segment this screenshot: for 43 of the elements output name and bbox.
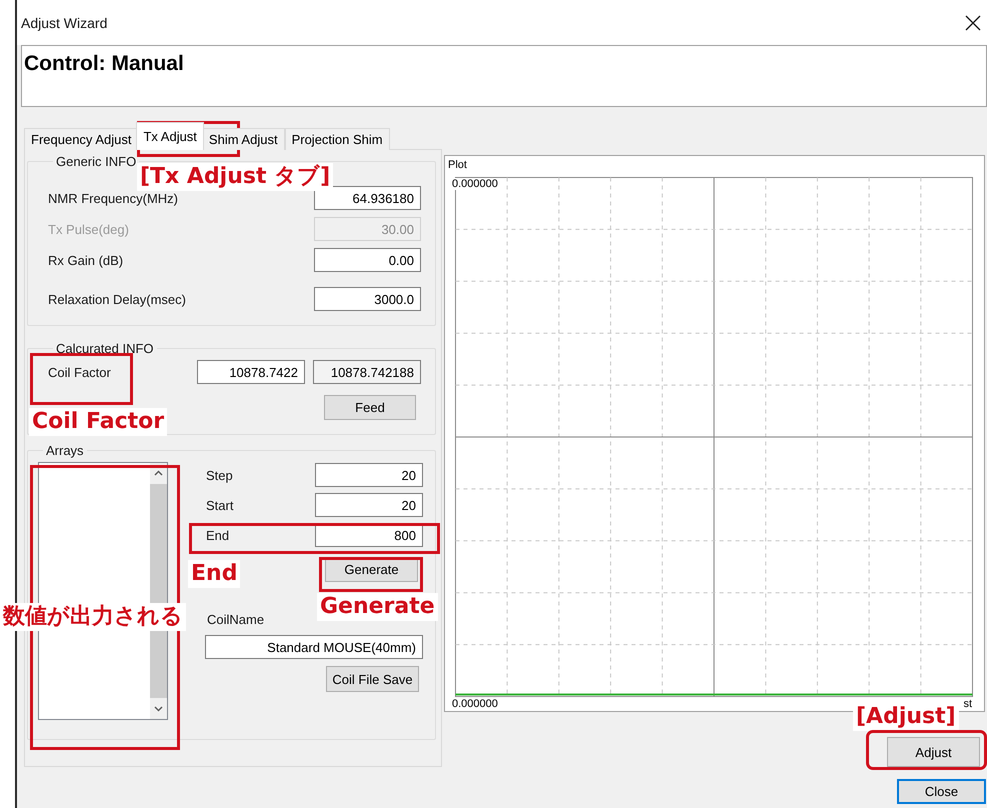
field-label: Start — [205, 498, 234, 512]
field-label: Coil Factor — [48, 364, 112, 380]
group-title: Calcurated INFO — [55, 341, 155, 356]
field-label: End — [205, 528, 230, 542]
callout-label: [Adjust] — [853, 703, 959, 731]
close-button[interactable]: Close — [897, 779, 986, 804]
input-field[interactable]: 3000.0 — [314, 287, 421, 311]
tab[interactable]: Tx Adjust — [136, 122, 204, 150]
callout-label: Generate — [317, 593, 438, 621]
tab[interactable]: Frequency Adjust — [24, 128, 138, 150]
axis-label: 0.000000 — [451, 178, 499, 190]
callout-label: [Tx Adjust タブ] — [137, 163, 334, 191]
tab[interactable]: Shim Adjust — [202, 128, 285, 150]
field-label: NMR Frequency(MHz) — [48, 190, 180, 206]
input-field[interactable]: 20 — [315, 463, 423, 487]
input-field[interactable]: 20 — [315, 493, 423, 517]
input-field[interactable]: Standard MOUSE(40mm) — [205, 635, 423, 659]
plot-title: Plot — [448, 159, 468, 172]
group-title: Generic INFO — [55, 154, 138, 169]
adjust-button[interactable]: Adjust — [887, 737, 980, 767]
field-label: Tx Pulse(deg) — [48, 222, 130, 236]
close-icon[interactable] — [965, 14, 981, 30]
field-label: CoilName — [207, 612, 266, 627]
coil-file-save-button[interactable]: Coil File Save — [326, 666, 419, 692]
tab[interactable]: Projection Shim — [284, 128, 390, 150]
group-title: Arrays — [45, 443, 85, 458]
input-field[interactable]: 10878.742188 — [313, 360, 421, 384]
callout-label: End — [188, 560, 240, 588]
field-label: Relaxation Delay(msec) — [48, 292, 187, 306]
field-label: Step — [205, 468, 234, 482]
input-field[interactable]: 0.00 — [314, 248, 421, 272]
window-title: Adjust Wizard — [21, 14, 108, 30]
input-field[interactable]: 64.936180 — [314, 186, 421, 210]
chevron-down-icon[interactable] — [154, 706, 163, 712]
axis-label: 0.000000 — [452, 698, 498, 710]
callout-label: 数値が出力される — [0, 603, 186, 631]
chevron-up-icon[interactable] — [154, 470, 163, 476]
field-label: Rx Gain (dB) — [48, 252, 124, 268]
callout-label: Coil Factor — [29, 408, 168, 436]
axis-label: st — [963, 698, 972, 710]
feed-button[interactable]: Feed — [324, 395, 416, 420]
control-mode-text: Control: Manual — [24, 52, 184, 75]
input-field[interactable]: 10878.7422 — [197, 360, 305, 384]
